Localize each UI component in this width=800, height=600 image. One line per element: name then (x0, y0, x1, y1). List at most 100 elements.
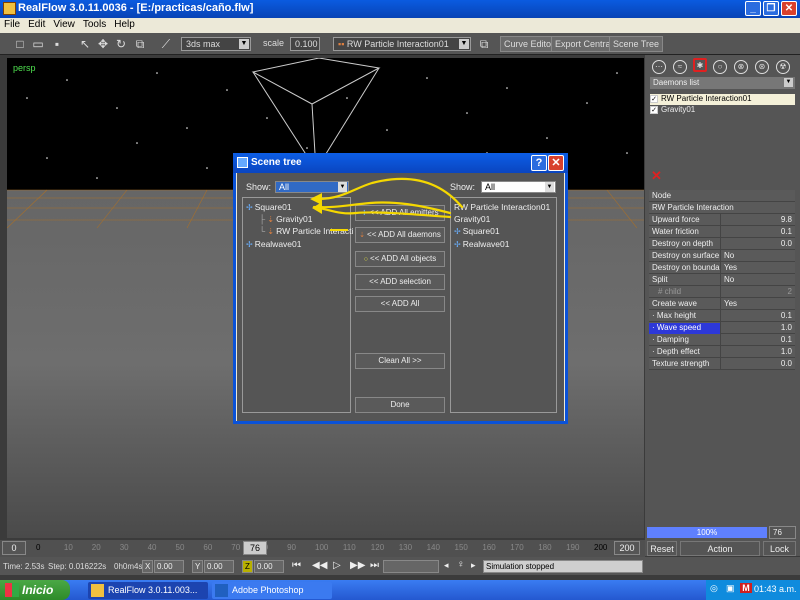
delete-icon[interactable]: ✕ (651, 168, 662, 184)
mesh-tab-icon[interactable]: ⊛ (755, 60, 769, 74)
daemon-tab-icon[interactable]: ✱ (693, 58, 707, 72)
close-button[interactable]: ✕ (781, 1, 797, 16)
view-mode-select[interactable]: 3ds max ▼ (181, 37, 251, 51)
curve-editor-button[interactable]: Curve Editor (500, 36, 559, 52)
open-file-icon[interactable]: ▭ (30, 36, 46, 52)
skip-start-icon[interactable]: ⏮ (292, 560, 301, 571)
step-forward-icon[interactable]: ▶▶ (350, 560, 365, 571)
property-value[interactable]: 0.1 (720, 334, 795, 346)
realwave-tab-icon[interactable]: ☢ (776, 60, 790, 74)
action-button[interactable]: Action (680, 541, 760, 556)
play-icon[interactable]: ▷ (333, 560, 341, 571)
constraint-tab-icon[interactable]: ⊗ (734, 60, 748, 74)
realwave-icon: ✢ (246, 240, 253, 249)
property-row[interactable]: · Depth effect 1.0 (649, 346, 795, 358)
property-row[interactable]: Water friction 0.1 (649, 226, 795, 238)
property-value[interactable]: No (720, 250, 795, 262)
menu-tools[interactable]: Tools (79, 18, 110, 31)
property-value[interactable]: 0.1 (720, 226, 795, 238)
copy-icon[interactable]: ⧉ (476, 36, 492, 52)
daemon-item[interactable]: ✓ RW Particle Interaction01 (650, 94, 795, 105)
checkbox[interactable]: ✓ (650, 105, 658, 114)
add-selection-button[interactable]: << ADD selection (355, 274, 445, 290)
property-value[interactable]: 1.0 (720, 322, 795, 334)
dialog-close-button[interactable]: ✕ (548, 155, 564, 171)
tree-item[interactable]: ✢ Square01 (246, 202, 292, 214)
property-row[interactable]: Split No (649, 274, 795, 286)
property-value[interactable]: 9.8 (720, 214, 795, 226)
clean-all-button[interactable]: Clean All >> (355, 353, 445, 369)
wave-tab-icon[interactable]: ≈ (673, 60, 687, 74)
property-row[interactable]: Destroy on boundar Yes (649, 262, 795, 274)
select-arrow-icon[interactable]: ↖ (77, 36, 93, 52)
current-frame-marker[interactable]: 76 (243, 541, 267, 555)
add-all-objects-button[interactable]: ○ << ADD All objects (355, 251, 445, 267)
maximize-button[interactable]: ❐ (763, 1, 779, 16)
add-all-button[interactable]: << ADD All (355, 296, 445, 312)
property-row[interactable]: Destroy on depth 0.0 (649, 238, 795, 250)
arrow-left-icon[interactable]: ◂ (444, 560, 449, 571)
task-realflow[interactable]: RealFlow 3.0.11.003... (88, 582, 208, 599)
scene-tree-button[interactable]: Scene Tree (609, 36, 664, 52)
save-icon[interactable]: ▪ (49, 36, 65, 52)
property-value[interactable]: 0.0 (720, 358, 795, 370)
step-back-icon[interactable]: ◀◀ (312, 560, 327, 571)
property-value[interactable]: No (720, 274, 795, 286)
rotate-icon[interactable]: ↻ (113, 36, 129, 52)
new-file-icon[interactable]: □ (12, 36, 28, 52)
link-icon[interactable]: ⟋ (158, 36, 174, 52)
timeline-tick: 40 (147, 543, 157, 552)
start-button[interactable]: Inicio (0, 580, 70, 600)
property-value[interactable]: 0.0 (720, 238, 795, 250)
tree-item[interactable]: ✢ Realwave01 (246, 239, 301, 251)
property-row[interactable]: Create wave Yes (649, 298, 795, 310)
mail-icon[interactable]: M (740, 583, 752, 593)
property-value[interactable]: 0.1 (720, 310, 795, 322)
frame-field[interactable]: 76 (769, 526, 796, 539)
menu-help[interactable]: Help (110, 18, 139, 31)
property-value[interactable]: 1.0 (720, 346, 795, 358)
task-photoshop[interactable]: Adobe Photoshop (212, 582, 332, 599)
property-key: Destroy on depth (652, 239, 713, 248)
menu-view[interactable]: View (49, 18, 79, 31)
property-row-selected[interactable]: · Wave speed 1.0 (649, 322, 795, 334)
reset-button[interactable]: Reset (647, 541, 677, 556)
object-tab-icon[interactable]: ○ (713, 60, 727, 74)
network-icon[interactable]: ▣ (726, 583, 735, 594)
property-row[interactable]: Texture strength 0.0 (649, 358, 795, 370)
daemon-item[interactable]: ✓ Gravity01 (650, 105, 795, 116)
y-coord-field[interactable]: 0.00 (204, 560, 234, 573)
minimize-button[interactable]: _ (745, 1, 761, 16)
done-button[interactable]: Done (355, 397, 445, 413)
checkbox[interactable]: ✓ (650, 94, 658, 103)
frame-rate-field[interactable] (383, 560, 439, 573)
timeline-tick: 180 (538, 543, 552, 552)
property-row[interactable]: · Max height 0.1 (649, 310, 795, 322)
daemons-list-select[interactable]: Daemons list ▼ (650, 77, 795, 89)
object-select[interactable]: ▪▪ RW Particle Interaction01 ▼ (333, 37, 471, 51)
arrow-right-icon[interactable]: ▸ (471, 560, 476, 571)
right-show-select[interactable]: All ▼ (481, 181, 556, 193)
emitter-tab-icon[interactable]: ⋯ (652, 60, 666, 74)
scale-icon[interactable]: ⧉ (132, 36, 148, 52)
property-row[interactable]: # child 2 (649, 286, 795, 298)
move-icon[interactable]: ✥ (95, 36, 111, 52)
property-value[interactable]: Yes (720, 298, 795, 310)
menu-file[interactable]: File (0, 18, 24, 31)
property-row[interactable]: · Damping 0.1 (649, 334, 795, 346)
property-row[interactable]: Upward force 9.8 (649, 214, 795, 226)
bulb-icon[interactable]: ♀ (457, 559, 465, 570)
property-row[interactable]: Destroy on surface No (649, 250, 795, 262)
help-button[interactable]: ? (531, 155, 547, 171)
dialog-title-bar: Scene tree (233, 153, 568, 173)
antivirus-icon[interactable]: ◎ (710, 583, 718, 594)
scale-input[interactable]: 0.100 (290, 37, 320, 51)
property-value[interactable]: Yes (720, 262, 795, 274)
property-value[interactable]: 2 (720, 286, 795, 298)
skip-end-icon[interactable]: ⏭ (370, 560, 379, 571)
z-coord-field[interactable]: 0.00 (254, 560, 284, 573)
x-coord-field[interactable]: 0.00 (154, 560, 184, 573)
export-central-button[interactable]: Export Central (551, 36, 617, 52)
lock-button[interactable]: Lock (763, 541, 796, 556)
menu-edit[interactable]: Edit (24, 18, 49, 31)
